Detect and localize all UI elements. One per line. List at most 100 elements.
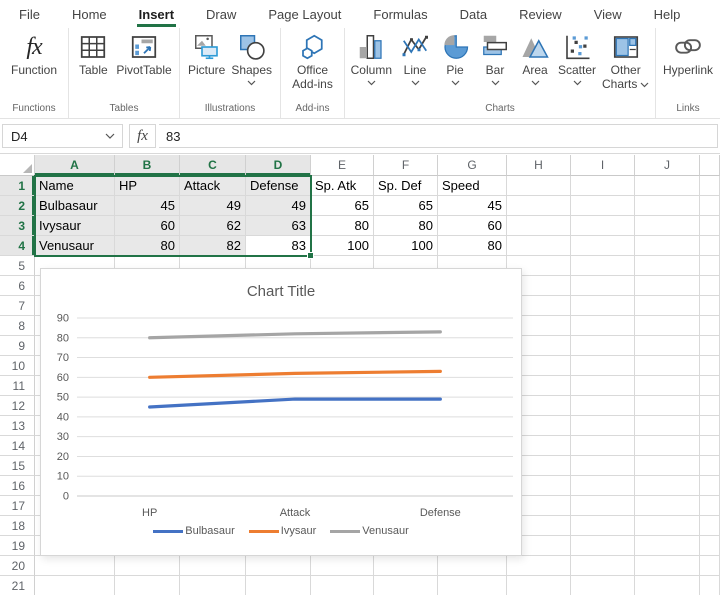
cell-H3[interactable]	[507, 216, 571, 236]
cell-I6[interactable]	[571, 276, 635, 296]
cell-partial[interactable]	[700, 356, 720, 376]
cell-E1[interactable]: Sp. Atk	[311, 176, 374, 196]
cell-J21[interactable]	[635, 576, 700, 595]
cell-I19[interactable]	[571, 536, 635, 556]
cell-B3[interactable]: 60	[115, 216, 180, 236]
scatter-button[interactable]: Scatter	[558, 31, 596, 86]
cell-J9[interactable]	[635, 336, 700, 356]
cell-F20[interactable]	[374, 556, 438, 576]
cell-G20[interactable]	[438, 556, 507, 576]
select-all-corner[interactable]	[0, 155, 35, 176]
line-button[interactable]: Line	[398, 31, 432, 86]
table-button[interactable]: Table	[76, 31, 110, 77]
cell-G4[interactable]: 80	[438, 236, 507, 256]
cell-F4[interactable]: 100	[374, 236, 438, 256]
cell-F1[interactable]: Sp. Def	[374, 176, 438, 196]
cell-partial[interactable]	[700, 196, 720, 216]
hyperlink-button[interactable]: Hyperlink	[663, 31, 713, 77]
cell-A2[interactable]: Bulbasaur	[35, 196, 115, 216]
cell-I16[interactable]	[571, 476, 635, 496]
cell-I2[interactable]	[571, 196, 635, 216]
cell-partial[interactable]	[700, 316, 720, 336]
picture-button[interactable]: Picture	[188, 31, 225, 77]
tab-insert[interactable]: Insert	[123, 0, 190, 28]
cell-partial[interactable]	[700, 336, 720, 356]
row-header-11[interactable]: 11	[0, 376, 35, 396]
column-header-partial[interactable]	[700, 155, 720, 176]
cell-H4[interactable]	[507, 236, 571, 256]
column-header-J[interactable]: J	[635, 155, 700, 176]
cell-J19[interactable]	[635, 536, 700, 556]
cell-partial[interactable]	[700, 236, 720, 256]
column-button[interactable]: Column	[351, 31, 392, 86]
tab-review[interactable]: Review	[503, 0, 578, 28]
cell-I21[interactable]	[571, 576, 635, 595]
cell-J3[interactable]	[635, 216, 700, 236]
column-header-I[interactable]: I	[571, 155, 635, 176]
cell-J7[interactable]	[635, 296, 700, 316]
cell-I12[interactable]	[571, 396, 635, 416]
cell-B20[interactable]	[115, 556, 180, 576]
cell-C2[interactable]: 49	[180, 196, 246, 216]
pie-button[interactable]: Pie	[438, 31, 472, 86]
column-header-G[interactable]: G	[438, 155, 507, 176]
cell-E20[interactable]	[311, 556, 374, 576]
cell-partial[interactable]	[700, 516, 720, 536]
row-header-17[interactable]: 17	[0, 496, 35, 516]
cell-partial[interactable]	[700, 396, 720, 416]
formula-input[interactable]: 83	[159, 124, 718, 148]
column-header-B[interactable]: B	[115, 155, 180, 176]
cell-C4[interactable]: 82	[180, 236, 246, 256]
cell-J20[interactable]	[635, 556, 700, 576]
other-charts-button[interactable]: OtherCharts	[602, 31, 649, 91]
row-header-2[interactable]: 2	[0, 196, 35, 216]
cell-I20[interactable]	[571, 556, 635, 576]
cell-A4[interactable]: Venusaur	[35, 236, 115, 256]
row-header-8[interactable]: 8	[0, 316, 35, 336]
cell-I5[interactable]	[571, 256, 635, 276]
cell-E21[interactable]	[311, 576, 374, 595]
cell-partial[interactable]	[700, 536, 720, 556]
cell-C1[interactable]: Attack	[180, 176, 246, 196]
cell-I17[interactable]	[571, 496, 635, 516]
row-header-15[interactable]: 15	[0, 456, 35, 476]
cell-H21[interactable]	[507, 576, 571, 595]
office-add-ins-button[interactable]: OfficeAdd-ins	[292, 31, 333, 91]
cell-partial[interactable]	[700, 576, 720, 595]
column-header-C[interactable]: C	[180, 155, 246, 176]
cell-J12[interactable]	[635, 396, 700, 416]
cell-I1[interactable]	[571, 176, 635, 196]
cell-I13[interactable]	[571, 416, 635, 436]
cell-G1[interactable]: Speed	[438, 176, 507, 196]
cell-J10[interactable]	[635, 356, 700, 376]
cell-D3[interactable]: 63	[246, 216, 311, 236]
cell-I3[interactable]	[571, 216, 635, 236]
fx-button[interactable]: fx	[129, 124, 156, 148]
name-box[interactable]: D4	[2, 124, 123, 148]
cell-I11[interactable]	[571, 376, 635, 396]
fill-handle[interactable]	[307, 252, 314, 259]
chart-container[interactable]: Chart Title 0102030405060708090HPAttackD…	[40, 268, 522, 556]
cell-I18[interactable]	[571, 516, 635, 536]
tab-data[interactable]: Data	[444, 0, 503, 28]
cell-F3[interactable]: 80	[374, 216, 438, 236]
cell-B1[interactable]: HP	[115, 176, 180, 196]
cell-H20[interactable]	[507, 556, 571, 576]
tab-draw[interactable]: Draw	[190, 0, 252, 28]
row-header-9[interactable]: 9	[0, 336, 35, 356]
bar-button[interactable]: Bar	[478, 31, 512, 86]
cell-I8[interactable]	[571, 316, 635, 336]
cell-partial[interactable]	[700, 436, 720, 456]
cell-I9[interactable]	[571, 336, 635, 356]
row-header-10[interactable]: 10	[0, 356, 35, 376]
row-header-3[interactable]: 3	[0, 216, 35, 236]
cell-partial[interactable]	[700, 456, 720, 476]
cell-J5[interactable]	[635, 256, 700, 276]
cell-D1[interactable]: Defense	[246, 176, 311, 196]
row-header-21[interactable]: 21	[0, 576, 35, 595]
cell-I14[interactable]	[571, 436, 635, 456]
cell-G2[interactable]: 45	[438, 196, 507, 216]
cell-D20[interactable]	[246, 556, 311, 576]
tab-formulas[interactable]: Formulas	[357, 0, 443, 28]
cell-I10[interactable]	[571, 356, 635, 376]
